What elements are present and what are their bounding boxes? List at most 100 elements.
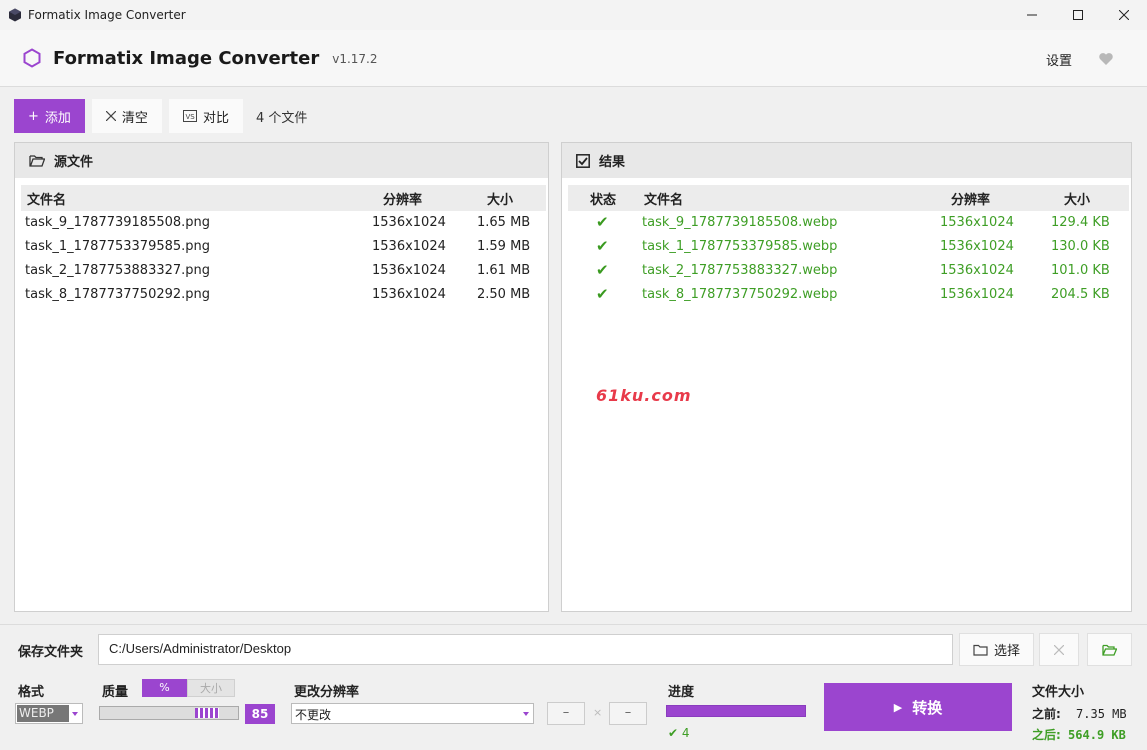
row-filename: task_2_1787753883327.png — [25, 263, 211, 278]
col-filename[interactable]: 文件名 — [644, 189, 683, 208]
add-button[interactable]: + 添加 — [14, 99, 85, 133]
row-filename: task_9_1787739185508.webp — [642, 215, 838, 230]
size-before-label: 之前: — [1032, 707, 1061, 721]
row-resolution: 1536x1024 — [940, 263, 1014, 278]
width-input[interactable]: – — [547, 702, 585, 725]
source-panel: 源文件 文件名 分辨率 大小 task_9_1787739185508.png … — [14, 142, 549, 612]
table-row[interactable]: task_2_1787753883327.png 1536x1024 1.61 … — [21, 259, 546, 283]
x-icon — [105, 111, 116, 121]
checkbox-checked-icon — [576, 153, 590, 168]
row-filename: task_8_1787737750292.png — [25, 287, 211, 302]
row-resolution: 1536x1024 — [372, 239, 446, 254]
row-resolution: 1536x1024 — [372, 215, 446, 230]
row-size: 2.50 MB — [477, 287, 531, 302]
quality-label: 质量 — [102, 685, 129, 700]
convert-button[interactable]: ▶ 转换 — [824, 683, 1012, 731]
resize-select[interactable]: 不更改 — [291, 703, 534, 724]
output-path-input[interactable]: C:/Users/Administrator/Desktop — [98, 634, 953, 665]
height-input[interactable]: – — [609, 702, 647, 725]
row-size: 101.0 KB — [1051, 263, 1110, 278]
row-resolution: 1536x1024 — [372, 263, 446, 278]
maximize-button[interactable] — [1055, 0, 1101, 30]
table-row[interactable]: ✔ task_9_1787739185508.webp 1536x1024 12… — [568, 211, 1129, 235]
col-resolution[interactable]: 分辨率 — [951, 189, 990, 208]
col-size[interactable]: 大小 — [487, 189, 513, 208]
result-column-header: 状态 文件名 分辨率 大小 — [568, 185, 1129, 211]
row-size: 1.59 MB — [477, 239, 531, 254]
dimension-separator: × — [593, 706, 603, 719]
choose-label: 选择 — [993, 644, 1020, 659]
quality-slider-thumb[interactable] — [195, 708, 219, 718]
toolbar: + 添加 清空 VS 对比 4 个文件 — [14, 99, 307, 133]
table-row[interactable]: ✔ task_2_1787753883327.webp 1536x1024 10… — [568, 259, 1129, 283]
quality-mode-size[interactable]: 大小 — [187, 679, 235, 697]
progress-label: 进度 — [668, 685, 695, 700]
table-row[interactable]: task_8_1787737750292.png 1536x1024 2.50 … — [21, 283, 546, 307]
format-value: WEBP — [17, 705, 69, 722]
window-titlebar: Formatix Image Converter — [0, 0, 1147, 30]
row-filename: task_1_1787753379585.png — [25, 239, 211, 254]
row-filename: task_8_1787737750292.webp — [642, 287, 838, 302]
table-row[interactable]: task_1_1787753379585.png 1536x1024 1.59 … — [21, 235, 546, 259]
result-panel-title: 结果 — [599, 155, 626, 170]
row-resolution: 1536x1024 — [372, 287, 446, 302]
table-row[interactable]: ✔ task_8_1787737750292.webp 1536x1024 20… — [568, 283, 1129, 307]
row-resolution: 1536x1024 — [940, 239, 1014, 254]
close-window-button[interactable] — [1101, 0, 1147, 30]
clear-button[interactable]: 清空 — [91, 99, 162, 133]
compare-button[interactable]: VS 对比 — [168, 99, 243, 133]
add-label: 添加 — [44, 110, 71, 126]
source-panel-header: 源文件 — [15, 143, 548, 178]
row-filename: task_1_1787753379585.webp — [642, 239, 838, 254]
resize-label: 更改分辨率 — [294, 685, 360, 700]
window-title: Formatix Image Converter — [28, 8, 186, 22]
convert-label: 转换 — [912, 698, 943, 717]
table-row[interactable]: task_9_1787739185508.png 1536x1024 1.65 … — [21, 211, 546, 235]
success-check-icon: ✔ — [596, 261, 609, 279]
result-panel-header: 结果 — [562, 143, 1131, 178]
format-select[interactable]: WEBP — [15, 703, 83, 724]
row-size: 204.5 KB — [1051, 287, 1110, 302]
play-icon: ▶ — [893, 700, 903, 714]
format-label: 格式 — [18, 685, 45, 700]
clear-label: 清空 — [121, 110, 148, 126]
row-size: 130.0 KB — [1051, 239, 1110, 254]
source-column-header: 文件名 分辨率 大小 — [21, 185, 546, 211]
row-size: 1.61 MB — [477, 263, 531, 278]
row-filename: task_2_1787753883327.webp — [642, 263, 838, 278]
plus-icon: + — [28, 108, 39, 124]
quality-mode-percent[interactable]: % — [142, 679, 187, 697]
vs-icon: VS — [182, 110, 197, 122]
clear-path-button[interactable] — [1039, 633, 1079, 666]
row-size: 1.65 MB — [477, 215, 531, 230]
success-check-icon: ✔ — [596, 237, 609, 255]
result-panel: 结果 状态 文件名 分辨率 大小 ✔ task_9_1787739185508.… — [561, 142, 1132, 612]
svg-text:VS: VS — [185, 113, 195, 121]
settings-button[interactable]: 设置 — [1046, 50, 1072, 69]
size-after-line: 之后: 564.9 KB — [1032, 726, 1126, 743]
chevron-down-icon — [72, 712, 78, 716]
x-icon — [1054, 644, 1064, 655]
table-row[interactable]: ✔ task_1_1787753379585.webp 1536x1024 13… — [568, 235, 1129, 259]
col-status[interactable]: 状态 — [590, 189, 616, 208]
output-folder-label: 保存文件夹 — [18, 645, 84, 660]
folder-open-icon — [29, 155, 45, 167]
col-size[interactable]: 大小 — [1064, 189, 1090, 208]
col-resolution[interactable]: 分辨率 — [383, 189, 422, 208]
folder-open-icon — [1102, 644, 1117, 656]
quality-slider[interactable] — [99, 706, 239, 720]
settings-bar: 保存文件夹 C:/Users/Administrator/Desktop 选择 … — [0, 624, 1147, 750]
progress-done-count: ✔ 4 — [668, 726, 690, 740]
col-filename[interactable]: 文件名 — [27, 189, 66, 208]
open-folder-button[interactable] — [1087, 633, 1132, 666]
size-before-line: 之前: 7.35 MB — [1032, 705, 1127, 722]
heart-icon[interactable] — [1098, 51, 1114, 67]
resize-value: 不更改 — [295, 708, 332, 722]
choose-folder-button[interactable]: 选择 — [959, 633, 1034, 666]
minimize-button[interactable] — [1009, 0, 1055, 30]
app-version: v1.17.2 — [332, 52, 378, 66]
size-after-value: 564.9 KB — [1068, 728, 1126, 742]
app-hexagon-icon — [9, 8, 21, 22]
close-icon — [1119, 10, 1129, 20]
row-resolution: 1536x1024 — [940, 287, 1014, 302]
